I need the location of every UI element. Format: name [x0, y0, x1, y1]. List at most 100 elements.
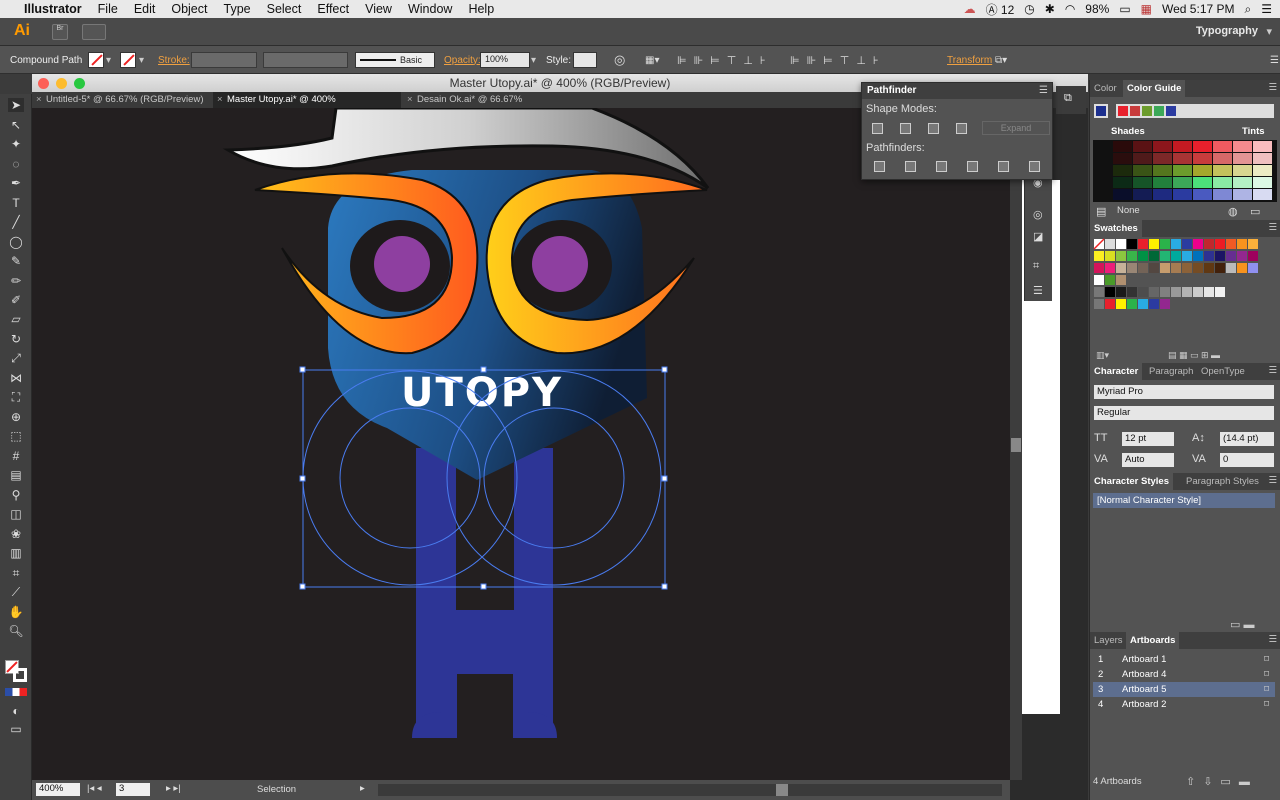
mesh-tool-icon[interactable]: # — [8, 449, 24, 463]
expand-button[interactable]: Expand — [982, 121, 1050, 135]
menu-view[interactable]: View — [357, 2, 400, 16]
artboard-tool-icon[interactable]: ⌗ — [8, 566, 24, 580]
outline-icon[interactable] — [998, 161, 1009, 172]
tab-paragraph-styles[interactable]: Paragraph Styles — [1182, 473, 1263, 490]
color-wheel-icon[interactable]: ◍ — [1228, 205, 1238, 218]
screen-mode-icon[interactable]: ▭ — [8, 722, 24, 736]
tab-layers[interactable]: Layers — [1090, 632, 1127, 649]
left-eye-pupil[interactable] — [374, 236, 430, 292]
leading-field[interactable]: (14.4 pt) — [1220, 432, 1274, 446]
artboard-options-icon[interactable]: ⌑ — [1264, 652, 1269, 667]
artboard-options-icon[interactable]: ⌑ — [1264, 667, 1269, 682]
line-tool-icon[interactable]: ╱ — [8, 215, 24, 229]
graphic-style-swatch[interactable] — [573, 52, 597, 68]
menu-help[interactable]: Help — [460, 2, 502, 16]
next-artboard-icon[interactable]: ▸ ▸| — [166, 783, 181, 794]
artboard-number-field[interactable]: 3 — [116, 783, 150, 796]
opacity-link[interactable]: Opacity: — [444, 51, 481, 69]
notification-center-icon[interactable]: ☰ — [1261, 2, 1272, 16]
adobe-status-icon[interactable]: Ⓐ 12 — [986, 1, 1015, 18]
harmony-swatch[interactable] — [1130, 106, 1140, 116]
type-tool-icon[interactable]: T — [8, 196, 24, 210]
artboard-row[interactable]: 4 Artboard 2 ⌑ — [1093, 697, 1275, 712]
swatch-libraries-menu-icon[interactable]: ▥▾ — [1096, 350, 1109, 361]
merge-icon[interactable] — [936, 161, 947, 172]
menu-file[interactable]: File — [90, 2, 126, 16]
column-graph-tool-icon[interactable]: ▥ — [8, 546, 24, 560]
align-buttons[interactable]: ⊫⊪⊨⊤⊥⊦ — [677, 51, 773, 69]
stroke-color-box[interactable] — [13, 668, 27, 682]
font-family-select[interactable]: Myriad Pro — [1094, 385, 1274, 399]
right-eye-pupil[interactable] — [532, 236, 588, 292]
horizontal-scrollbar[interactable] — [378, 784, 1002, 796]
artwork-text[interactable]: UTOPY — [401, 370, 563, 416]
artboard-actions-icons[interactable]: ⇧⇩▭▬ — [1186, 775, 1258, 788]
exclude-icon[interactable] — [956, 123, 967, 134]
intersect-icon[interactable] — [928, 123, 939, 134]
rotate-tool-icon[interactable]: ↻ — [8, 332, 24, 346]
ellipse-tool-icon[interactable]: ◯ — [8, 235, 24, 249]
panel-menu-icon[interactable]: ☰ — [1268, 365, 1277, 376]
tracking-field[interactable]: 0 — [1220, 453, 1274, 467]
font-size-field[interactable]: 12 pt — [1122, 432, 1174, 446]
panel-menu-icon[interactable]: ☰ — [1268, 634, 1277, 645]
tab-character[interactable]: Character — [1090, 363, 1143, 380]
harmony-swatch[interactable] — [1142, 106, 1152, 116]
wifi-icon[interactable]: ◠ — [1065, 2, 1075, 16]
chevron-down-icon[interactable]: ▾ — [106, 51, 111, 69]
time-machine-icon[interactable]: ◷ — [1024, 2, 1034, 16]
menu-object[interactable]: Object — [163, 2, 215, 16]
workspace-switcher[interactable]: Typography — [1196, 25, 1258, 37]
eyedropper-tool-icon[interactable]: ⚲ — [8, 488, 24, 502]
scroll-thumb[interactable] — [1011, 438, 1021, 452]
panel-menu-icon[interactable]: ☰ — [1039, 85, 1048, 96]
tab-master-utopy[interactable]: ×Master Utopy.ai* @ 400% (RGB/Preview) — [213, 92, 401, 121]
artboard-options-icon[interactable]: ⌑ — [1264, 682, 1269, 697]
harmony-swatch[interactable] — [1154, 106, 1164, 116]
swatch-grid[interactable] — [1093, 238, 1277, 318]
hand-tool-icon[interactable]: ✋ — [8, 605, 24, 619]
lasso-tool-icon[interactable]: ◌ — [8, 157, 24, 171]
scroll-thumb[interactable] — [776, 784, 788, 796]
app-menu[interactable]: Illustrator — [16, 2, 90, 16]
direct-selection-tool-icon[interactable]: ↖ — [8, 118, 24, 132]
close-tab-icon[interactable]: × — [217, 92, 223, 108]
normal-character-style[interactable]: [Normal Character Style] — [1093, 493, 1275, 508]
close-tab-icon[interactable]: × — [36, 92, 42, 108]
artwork[interactable]: UTOPY — [32, 108, 1010, 784]
minus-front-icon[interactable] — [900, 123, 911, 134]
bridge-button[interactable]: Br — [52, 24, 68, 40]
stroke-weight-field[interactable] — [191, 52, 257, 68]
isolate-object-icon[interactable]: ⧉▾ — [995, 51, 1007, 69]
creative-cloud-icon[interactable]: ☁ — [964, 2, 976, 16]
unite-icon[interactable] — [872, 123, 883, 134]
align-panel-icon[interactable]: ☰ — [1033, 284, 1043, 297]
free-transform-tool-icon[interactable]: ⛶ — [8, 390, 24, 404]
battery-percent[interactable]: 98% — [1085, 2, 1109, 16]
artboard-options-icon[interactable]: ⌑ — [1264, 697, 1269, 712]
zoom-window-button[interactable] — [74, 78, 85, 89]
close-window-button[interactable] — [38, 78, 49, 89]
tab-desain-ok[interactable]: ×Desain Ok.ai* @ 66.67% (CMYK/Preview) — [403, 92, 593, 121]
divide-icon[interactable] — [874, 161, 885, 172]
chevron-down-icon[interactable]: ▾ — [1266, 25, 1272, 38]
align-to-icon[interactable]: ▦▾ — [645, 51, 659, 69]
tab-paragraph[interactable]: Paragraph — [1145, 363, 1197, 380]
color-mode-buttons[interactable] — [5, 688, 27, 696]
library-icon[interactable]: ▤ — [1096, 205, 1106, 218]
perspective-grid-tool-icon[interactable]: ⬚ — [8, 429, 24, 443]
tab-swatches[interactable]: Swatches — [1090, 220, 1142, 237]
kerning-field[interactable]: Auto — [1122, 453, 1174, 467]
pen-tool-icon[interactable]: ✒ — [8, 176, 24, 190]
menu-type[interactable]: Type — [216, 2, 259, 16]
blend-tool-icon[interactable]: ◫ — [8, 507, 24, 521]
recolor-artwork-icon[interactable]: ◎ — [614, 51, 625, 69]
panel-menu-icon[interactable]: ☰ — [1268, 82, 1277, 93]
slice-tool-icon[interactable]: ⟋ — [8, 585, 24, 599]
body-shape[interactable] — [412, 448, 557, 738]
panel-menu-icon[interactable]: ☰ — [1268, 222, 1277, 233]
chevron-down-icon[interactable]: ▾ — [531, 51, 536, 69]
artboard-canvas[interactable]: UTOPY — [32, 108, 1010, 784]
width-tool-icon[interactable]: ⋈ — [8, 371, 24, 385]
color-guide-grid[interactable] — [1093, 140, 1277, 202]
